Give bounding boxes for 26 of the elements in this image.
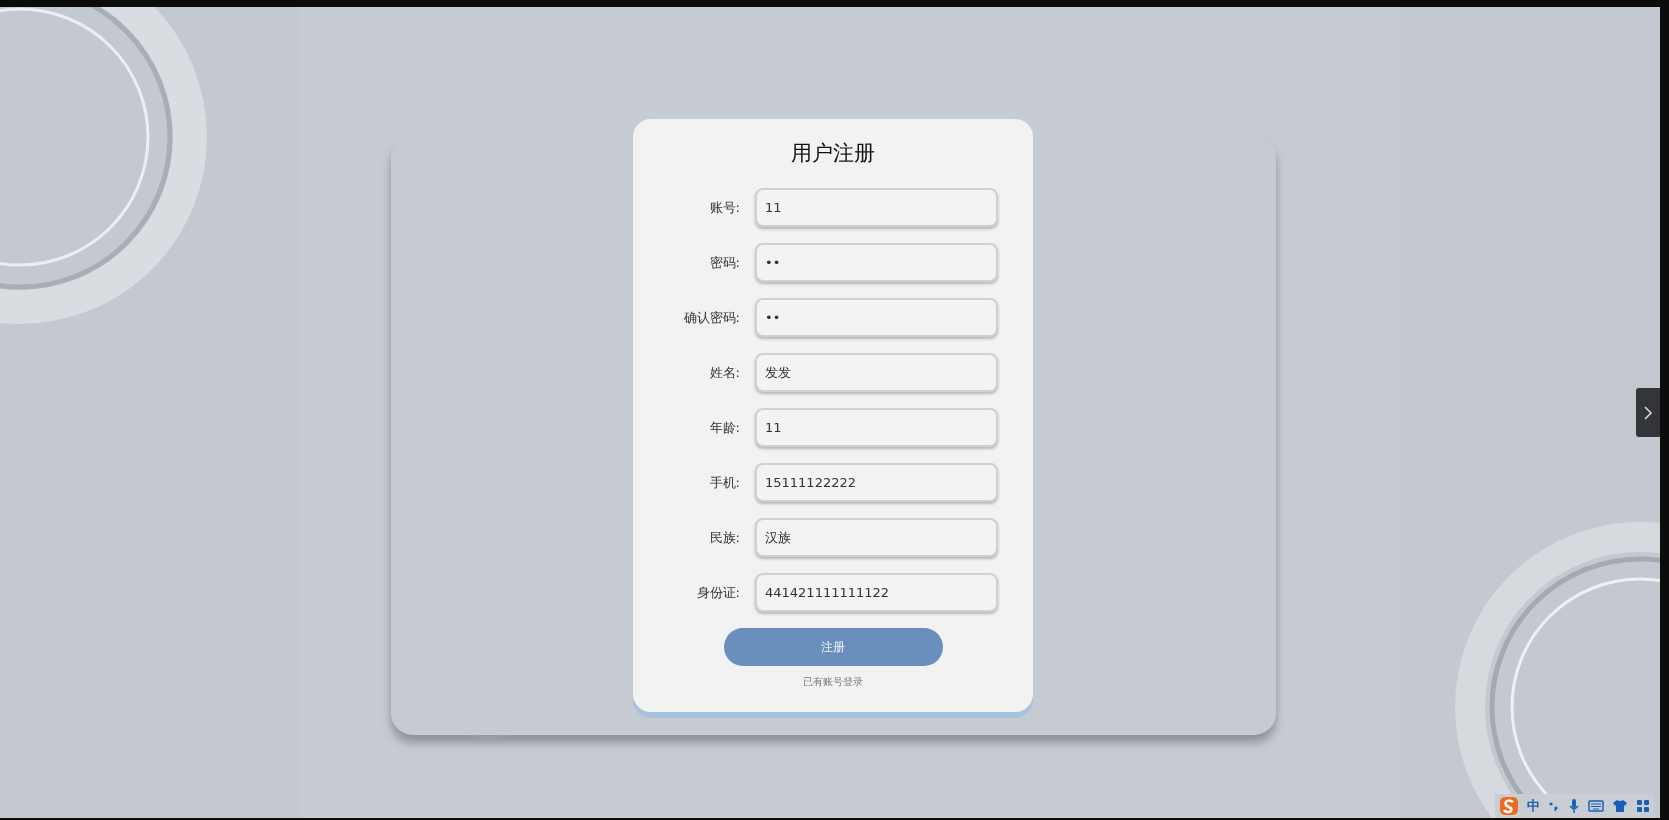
field-label: 年龄: — [708, 418, 741, 437]
grid-icon[interactable] — [1636, 799, 1650, 813]
field-label: 确认密码: — [682, 308, 741, 327]
expand-tab[interactable] — [1636, 388, 1660, 437]
ime-mode-toggle[interactable]: 中 — [1527, 797, 1540, 815]
field-label: 密码: — [708, 253, 741, 272]
input-field[interactable]: •• — [755, 298, 998, 337]
input-field[interactable]: 汉族 — [755, 518, 998, 557]
field-label: 身份证: — [695, 583, 741, 602]
login-link[interactable]: 已有账号登录 — [803, 675, 863, 689]
keyboard-icon[interactable] — [1588, 800, 1604, 812]
input-field[interactable]: 15111122222 — [755, 463, 998, 502]
ime-logo-icon[interactable] — [1499, 796, 1519, 816]
input-field[interactable]: 发发 — [755, 353, 998, 392]
input-field[interactable]: •• — [755, 243, 998, 282]
field-label: 手机: — [708, 473, 741, 492]
microphone-icon[interactable] — [1568, 798, 1580, 814]
chevron-right-icon — [1643, 404, 1653, 421]
input-field[interactable]: 11 — [755, 188, 998, 227]
form-title: 用户注册 — [791, 140, 875, 167]
field-label: 民族: — [708, 528, 741, 547]
shirt-icon[interactable] — [1612, 799, 1628, 813]
input-field[interactable]: 11 — [755, 408, 998, 447]
input-field[interactable]: 441421111111122 — [755, 573, 998, 612]
field-label: 账号: — [708, 198, 741, 217]
field-label: 姓名: — [708, 363, 741, 382]
